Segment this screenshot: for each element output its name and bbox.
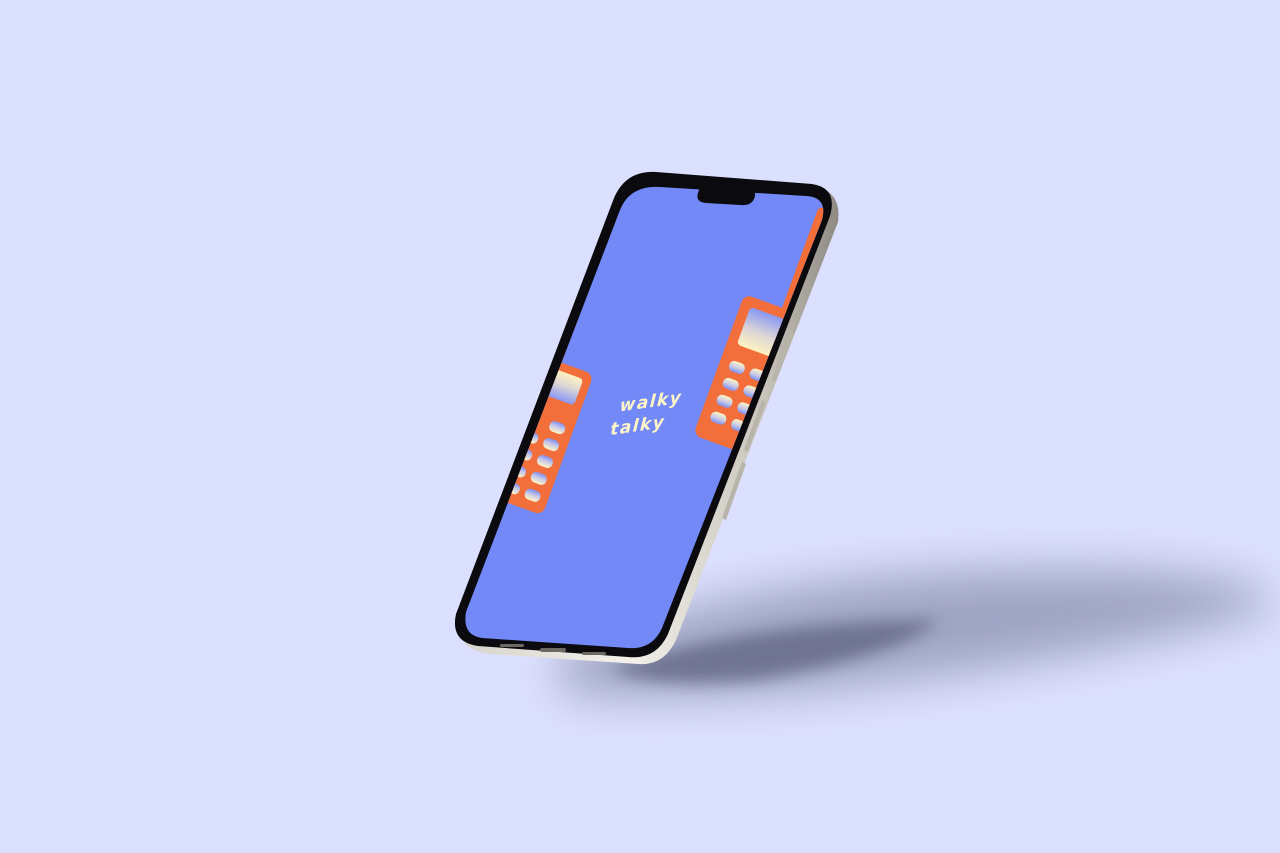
mockup-scene: walky talky bbox=[454, 171, 1273, 698]
charging-port-icon bbox=[540, 648, 566, 652]
